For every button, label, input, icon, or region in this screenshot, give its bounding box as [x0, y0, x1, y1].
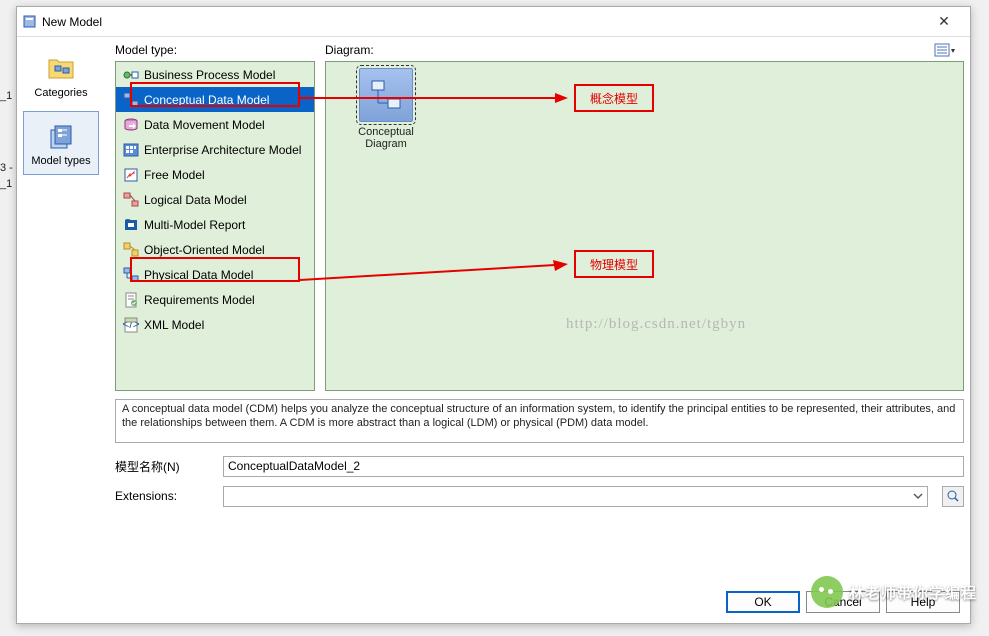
magnifier-icon	[946, 489, 960, 503]
diagram-item-conceptual[interactable]: Conceptual Diagram	[336, 68, 436, 150]
nav-categories-label: Categories	[34, 87, 87, 99]
model-type-list[interactable]: Business Process Model Conceptual Data M…	[115, 61, 315, 391]
model-name-row: 模型名称(N)	[115, 455, 964, 477]
annotation-highlight-conceptual	[130, 82, 300, 107]
annotation-label-conceptual: 概念模型	[574, 84, 654, 112]
model-name-input[interactable]	[223, 456, 964, 477]
nav-model-types[interactable]: Model types	[23, 111, 99, 175]
model-type-label: Free Model	[144, 168, 205, 182]
nav-pane: Categories Model types	[23, 43, 109, 179]
data-movement-icon	[122, 116, 140, 134]
model-type-label: Data Movement Model	[144, 118, 265, 132]
view-options-button[interactable]	[934, 43, 964, 59]
column-labels: Model type: Diagram:	[115, 43, 964, 59]
dialog-button-row: OK Cancel Help	[726, 591, 960, 613]
conceptual-diagram-icon	[359, 68, 413, 122]
model-type-label: Enterprise Architecture Model	[144, 143, 301, 157]
diagram-item-label: Conceptual Diagram	[336, 126, 436, 150]
content-row: Business Process Model Conceptual Data M…	[115, 61, 964, 391]
requirements-icon	[122, 291, 140, 309]
extensions-dropdown[interactable]	[223, 486, 928, 507]
ok-button[interactable]: OK	[726, 591, 800, 613]
business-process-icon	[122, 66, 140, 84]
xml-model-icon: </>	[122, 316, 140, 334]
model-name-label: 模型名称(N)	[115, 458, 215, 475]
diagram-label: Diagram:	[325, 43, 934, 59]
watermark-text: http://blog.csdn.net/tgbyn	[566, 316, 746, 333]
titlebar: New Model ✕	[17, 7, 970, 37]
close-button[interactable]: ✕	[924, 7, 964, 37]
model-type-item-enterprise-arch[interactable]: Enterprise Architecture Model	[116, 137, 314, 162]
model-type-label: Requirements Model	[144, 293, 255, 307]
object-oriented-icon	[122, 241, 140, 259]
nav-categories[interactable]: Categories	[23, 43, 99, 107]
model-type-item-multi-model-report[interactable]: Multi-Model Report	[116, 212, 314, 237]
annotation-highlight-physical	[130, 257, 300, 282]
description-pane: A conceptual data model (CDM) helps you …	[115, 399, 964, 443]
enterprise-arch-icon	[122, 141, 140, 159]
nav-model-types-label: Model types	[31, 155, 90, 167]
model-type-item-free-model[interactable]: Free Model	[116, 162, 314, 187]
model-type-label: Multi-Model Report	[144, 218, 245, 232]
logical-data-icon	[122, 191, 140, 209]
dialog-body: Categories Model types Model type: Diagr…	[17, 37, 970, 623]
chevron-down-icon	[911, 489, 925, 503]
model-type-label: Object-Oriented Model	[144, 243, 265, 257]
model-type-item-xml-model[interactable]: </> XML Model	[116, 312, 314, 337]
multi-model-report-icon	[122, 216, 140, 234]
background-tree-fragment: _1 3 - _1	[0, 90, 15, 190]
help-button[interactable]: Help	[886, 591, 960, 613]
app-icon	[23, 15, 36, 28]
model-type-item-logical-data[interactable]: Logical Data Model	[116, 187, 314, 212]
model-type-label: Model type:	[115, 43, 315, 59]
annotation-label-physical: 物理模型	[574, 250, 654, 278]
extensions-row: Extensions:	[115, 485, 964, 507]
model-type-item-data-movement[interactable]: Data Movement Model	[116, 112, 314, 137]
model-type-label: Business Process Model	[144, 68, 275, 82]
model-type-item-requirements[interactable]: Requirements Model	[116, 287, 314, 312]
cancel-button[interactable]: Cancel	[806, 591, 880, 613]
dialog-title: New Model	[42, 15, 924, 29]
extensions-label: Extensions:	[115, 489, 215, 503]
model-type-label: Logical Data Model	[144, 193, 247, 207]
extensions-browse-button[interactable]	[942, 486, 964, 507]
free-model-icon	[122, 166, 140, 184]
model-type-label: XML Model	[144, 318, 204, 332]
